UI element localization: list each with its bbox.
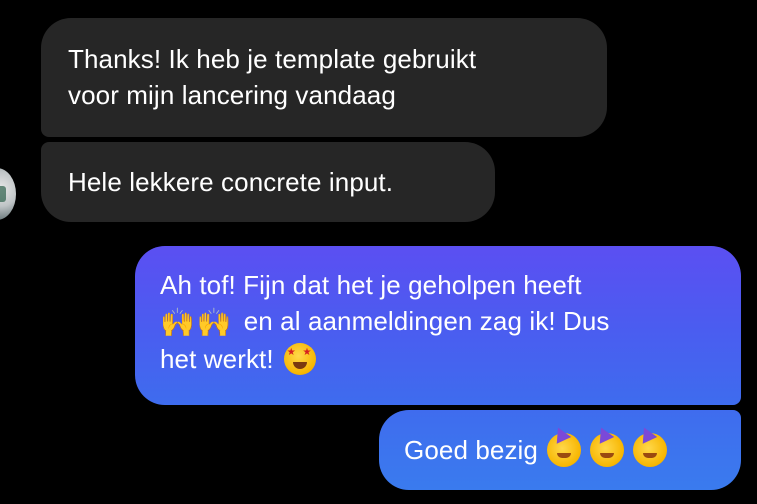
- message-text-segment: en al aanmeldingen zag ik! Dus: [243, 306, 610, 336]
- message-text-segment: het werkt!: [160, 344, 274, 375]
- contact-avatar[interactable]: [0, 168, 16, 220]
- message-text-segment: Goed bezig: [404, 435, 538, 465]
- outgoing-message-1[interactable]: Ah tof! Fijn dat het je geholpen heeft 🙌…: [135, 246, 741, 405]
- message-text-line: Goed bezig: [404, 432, 717, 469]
- message-text-line: 🙌🙌 en al aanmeldingen zag ik! Dus: [160, 303, 717, 341]
- incoming-message-2[interactable]: Hele lekkere concrete input.: [41, 142, 495, 222]
- message-text-line: het werkt!: [160, 341, 717, 377]
- raised-hands-emoji: 🙌🙌: [160, 306, 234, 340]
- star-struck-emoji: [283, 343, 316, 376]
- incoming-message-1[interactable]: Thanks! Ik heb je template gebruikt voor…: [41, 18, 607, 137]
- partying-face-emoji: [546, 433, 581, 468]
- message-text-line: Hele lekkere concrete input.: [68, 167, 394, 197]
- outgoing-message-2[interactable]: Goed bezig: [379, 410, 741, 490]
- message-text-line: Ah tof! Fijn dat het je geholpen heeft: [160, 270, 582, 300]
- partying-face-emoji: [589, 433, 624, 468]
- message-text-line: Thanks! Ik heb je template gebruikt: [68, 44, 477, 74]
- partying-face-emoji: [632, 433, 667, 468]
- message-text-line: voor mijn lancering vandaag: [68, 80, 396, 110]
